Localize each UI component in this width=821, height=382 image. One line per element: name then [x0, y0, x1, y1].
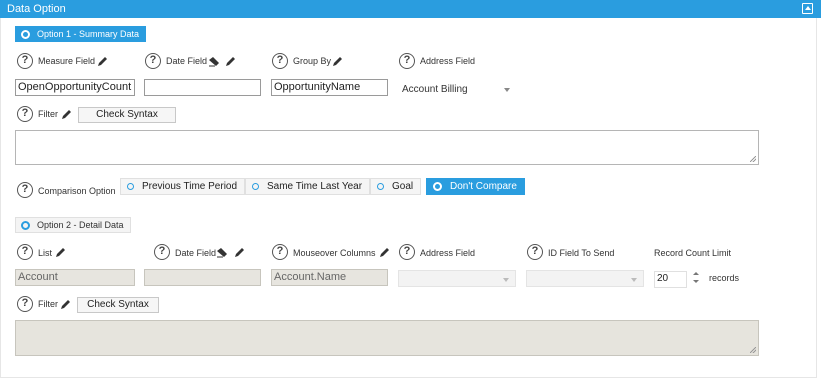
pencil-icon[interactable] [97, 55, 109, 67]
pencil-icon[interactable] [234, 246, 246, 258]
panel-title: Data Option [7, 3, 66, 15]
measure-field-input[interactable]: OpenOpportunityCount [15, 79, 135, 96]
collapse-icon[interactable] [802, 3, 813, 14]
option2-radio[interactable]: Option 2 - Detail Data [15, 217, 131, 233]
comparison-option-label: Don't Compare [450, 181, 517, 192]
radio-selected-icon [21, 29, 30, 39]
address-field-label: Address Field [420, 56, 476, 66]
resize-grip-icon[interactable] [750, 156, 756, 162]
help-icon[interactable]: ? [272, 53, 288, 69]
check-syntax-button[interactable]: Check Syntax [78, 107, 176, 123]
pencil-icon[interactable] [332, 55, 344, 67]
date-field-input[interactable] [144, 79, 261, 96]
comparison-previous-time-period[interactable]: Previous Time Period [120, 178, 246, 195]
list-label: List [38, 248, 53, 258]
option2-label: Option 2 - Detail Data [37, 220, 124, 230]
help-icon[interactable]: ? [17, 182, 33, 198]
help-icon[interactable]: ? [399, 244, 415, 260]
filter-textarea[interactable] [15, 130, 759, 165]
comparison-dont-compare[interactable]: Don't Compare [426, 178, 525, 195]
help-icon[interactable]: ? [17, 244, 33, 260]
list-input[interactable]: Account [15, 269, 135, 286]
radio-icon [377, 183, 384, 190]
mouseover-columns-input[interactable]: Account.Name [271, 269, 388, 286]
help-icon[interactable]: ? [399, 53, 415, 69]
panel-header: Data Option [0, 0, 821, 18]
date-field-label: Date Field [175, 248, 217, 258]
help-icon[interactable]: ? [527, 244, 543, 260]
record-count-input[interactable]: 20 [654, 271, 687, 288]
help-icon[interactable]: ? [154, 244, 170, 260]
comparison-option-label: Goal [392, 181, 414, 192]
help-icon[interactable]: ? [17, 53, 33, 69]
group-by-label: Group By [293, 56, 332, 66]
date-field-label: Date Field [166, 56, 208, 66]
chevron-down-icon [631, 278, 637, 282]
help-icon[interactable]: ? [272, 244, 288, 260]
eraser-icon[interactable] [208, 55, 220, 67]
address-field-value: Account Billing [402, 84, 468, 95]
help-icon[interactable]: ? [17, 296, 33, 312]
comparison-option-label: Previous Time Period [142, 181, 238, 192]
option1-label: Option 1 - Summary Data [37, 29, 140, 39]
id-field-select[interactable] [526, 270, 644, 287]
help-icon[interactable]: ? [145, 53, 161, 69]
record-count-limit-label: Record Count Limit [654, 248, 732, 258]
address-field-select[interactable]: Account Billing [398, 81, 516, 98]
chevron-down-icon [504, 88, 510, 92]
pencil-icon[interactable] [379, 246, 391, 258]
filter-label: Filter [38, 299, 58, 309]
filter-label: Filter [38, 109, 58, 119]
id-field-label: ID Field To Send [548, 248, 615, 258]
resize-grip-icon[interactable] [750, 347, 756, 353]
filter-textarea[interactable] [15, 320, 759, 356]
chevron-down-icon [503, 278, 509, 282]
radio-icon [21, 220, 30, 230]
eraser-icon[interactable] [216, 246, 228, 258]
pencil-icon[interactable] [61, 108, 73, 120]
records-unit-label: records [709, 273, 740, 283]
pencil-icon[interactable] [225, 55, 237, 67]
address-field-select[interactable] [398, 270, 516, 287]
pencil-icon[interactable] [60, 298, 72, 310]
comparison-option-label: Same Time Last Year [267, 181, 363, 192]
measure-field-label: Measure Field [38, 56, 96, 66]
spinner-arrows-icon[interactable] [693, 270, 699, 286]
date-field-input[interactable] [144, 269, 261, 286]
radio-selected-icon [433, 182, 442, 191]
help-icon[interactable]: ? [17, 106, 33, 122]
group-by-input[interactable]: OpportunityName [271, 79, 388, 96]
option1-radio[interactable]: Option 1 - Summary Data [15, 26, 147, 42]
check-syntax-button[interactable]: Check Syntax [77, 297, 159, 313]
pencil-icon[interactable] [55, 246, 67, 258]
comparison-goal[interactable]: Goal [370, 178, 422, 195]
address-field-label: Address Field [420, 248, 476, 258]
comparison-option-label: Comparison Option [38, 186, 116, 196]
radio-icon [252, 183, 259, 190]
radio-icon [127, 183, 134, 190]
mouseover-columns-label: Mouseover Columns [293, 248, 376, 258]
comparison-same-time-last-year[interactable]: Same Time Last Year [245, 178, 371, 195]
